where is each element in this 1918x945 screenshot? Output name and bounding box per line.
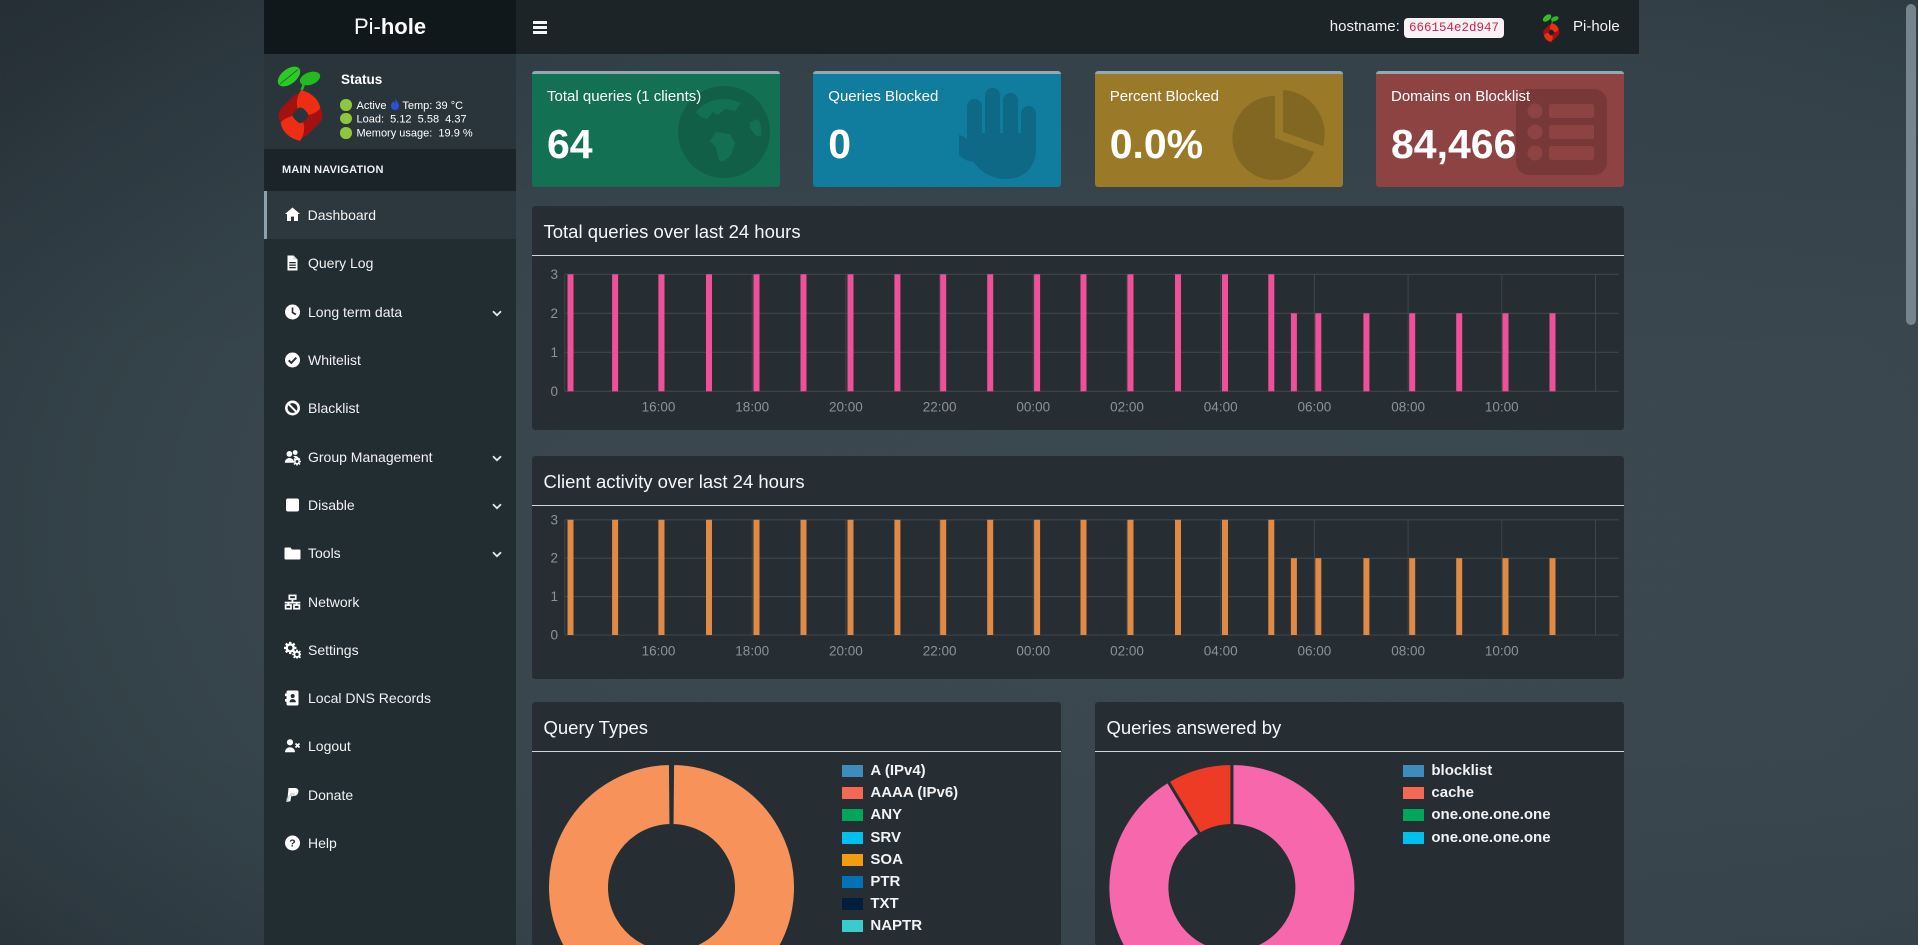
svg-text:04:00: 04:00 — [1204, 643, 1238, 658]
svg-text:20:00: 20:00 — [829, 400, 863, 415]
svg-text:10:00: 10:00 — [1485, 400, 1519, 415]
svg-text:04:00: 04:00 — [1204, 400, 1238, 415]
svg-text:?: ? — [289, 838, 295, 850]
svg-text:22:00: 22:00 — [923, 643, 957, 658]
svg-text:02:00: 02:00 — [1110, 400, 1144, 415]
svg-text:16:00: 16:00 — [642, 643, 676, 658]
svg-text:3: 3 — [550, 512, 558, 527]
svg-text:2: 2 — [550, 306, 558, 321]
svg-text:08:00: 08:00 — [1391, 643, 1425, 658]
svg-text:18:00: 18:00 — [735, 400, 769, 415]
svg-text:0: 0 — [550, 627, 558, 642]
svg-text:0: 0 — [550, 384, 558, 399]
svg-text:06:00: 06:00 — [1298, 400, 1332, 415]
svg-text:00:00: 00:00 — [1016, 400, 1050, 415]
svg-text:02:00: 02:00 — [1110, 643, 1144, 658]
svg-text:10:00: 10:00 — [1485, 643, 1519, 658]
svg-text:1: 1 — [550, 589, 558, 604]
svg-text:1: 1 — [550, 345, 558, 360]
svg-text:18:00: 18:00 — [735, 643, 769, 658]
svg-text:08:00: 08:00 — [1391, 400, 1425, 415]
svg-text:00:00: 00:00 — [1016, 643, 1050, 658]
svg-text:2: 2 — [550, 550, 558, 565]
svg-text:16:00: 16:00 — [642, 400, 676, 415]
svg-text:22:00: 22:00 — [923, 400, 957, 415]
svg-text:06:00: 06:00 — [1298, 643, 1332, 658]
svg-text:20:00: 20:00 — [829, 643, 863, 658]
svg-text:3: 3 — [550, 267, 558, 282]
